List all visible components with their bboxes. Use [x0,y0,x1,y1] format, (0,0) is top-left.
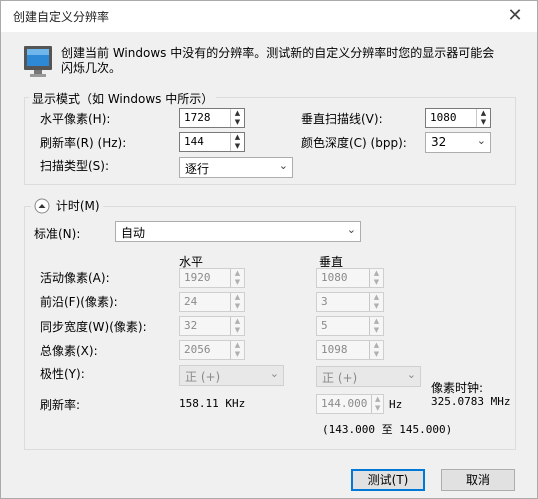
spin-up-icon: ▲ [373,341,380,349]
polarity-h-select: 正 (+) ⌄ [179,365,284,386]
polarity-label: 极性(Y): [40,367,85,381]
display-mode-group-title: 显示模式（如 Windows 中所示） [29,90,217,107]
front-v-spinner: 3 ▲ ▼ [316,292,384,312]
v-lines-value: 1080 [430,111,457,124]
cancel-button[interactable]: 取消 [441,469,515,491]
sync-v-value: 5 [321,319,328,332]
sync-h-spinner: 32 ▲ ▼ [179,316,245,336]
refresh-range-text: (143.000 至 145.000) [322,423,453,436]
v-lines-label: 垂直扫描线(V): [301,112,383,126]
standard-select[interactable]: 自动 ⌄ [115,221,361,242]
v-lines-spinner[interactable]: 1080 ▲ ▼ [425,108,491,128]
spin-up-icon[interactable]: ▲ [231,109,244,118]
h-pixels-label: 水平像素(H): [40,112,111,126]
timing-refresh-h-value: 158.11 KHz [179,397,246,410]
header-message-line1: 创建当前 Windows 中没有的分辨率。测试新的自定义分辨率时您的显示器可能会 [61,46,495,60]
spin-down-icon[interactable]: ▼ [231,118,244,127]
spin-down-icon: ▼ [234,326,241,334]
total-h-value: 2056 [184,343,211,356]
test-button[interactable]: 测试(T) [351,469,425,491]
active-h-spinner: 1920 ▲ ▼ [179,268,245,288]
color-depth-label: 颜色深度(C) (bpp): [301,136,407,150]
front-porch-label: 前沿(F)(像素): [40,295,118,309]
spin-up-icon: ▲ [373,293,380,301]
spin-up-icon[interactable]: ▲ [477,109,490,118]
pixel-clock-value: 325.0783 MHz [431,395,511,408]
spin-up-icon: ▲ [373,269,380,277]
active-h-value: 1920 [184,271,211,284]
sync-v-spinner: 5 ▲ ▼ [316,316,384,336]
spin-up-icon: ▲ [374,395,381,403]
spin-down-icon: ▼ [373,326,380,334]
spin-up-icon: ▲ [234,317,241,325]
spin-up-icon: ▲ [234,269,241,277]
active-v-value: 1080 [321,271,348,284]
spin-down-icon: ▼ [234,302,241,310]
chevron-down-icon: ⌄ [476,134,486,147]
front-h-value: 24 [184,295,198,308]
spin-down-icon: ▼ [374,404,381,412]
front-h-spinner: 24 ▲ ▼ [179,292,245,312]
pixel-clock-label: 像素时钟: [431,381,484,395]
active-v-spinner: 1080 ▲ ▼ [316,268,384,288]
spin-up-icon: ▲ [373,317,380,325]
refresh-rate-value: 144 [184,135,204,148]
spin-down-icon: ▼ [234,350,241,358]
chevron-down-icon: ⌄ [406,368,416,381]
close-button[interactable]: ✕ [501,4,529,28]
spin-up-icon: ▲ [234,341,241,349]
chevron-down-icon: ⌄ [346,223,356,236]
monitor-icon [23,45,53,79]
standard-label: 标准(N): [34,227,81,241]
spin-up-icon: ▲ [234,293,241,301]
spin-down-icon: ▼ [373,302,380,310]
timing-refresh-v-value: 144.000 [321,397,368,410]
spin-down-icon[interactable]: ▼ [231,142,244,151]
chevron-down-icon: ⌄ [269,367,279,380]
color-depth-select[interactable]: 32 ⌄ [425,132,491,153]
polarity-h-value: 正 (+) [185,370,221,384]
window-title: 创建自定义分辨率 [13,10,110,24]
refresh-rate-label: 刷新率(R) (Hz): [40,136,127,150]
sync-width-label: 同步宽度(W)(像素): [40,320,147,334]
total-v-spinner: 1098 ▲ ▼ [316,340,384,360]
standard-value: 自动 [121,226,146,240]
title-bar: 创建自定义分辨率 ✕ [1,1,537,32]
timing-toggle[interactable]: 计时(M) [31,197,103,214]
active-pixels-label: 活动像素(A): [40,271,110,285]
sync-h-value: 32 [184,319,198,332]
spin-down-icon: ▼ [373,278,380,286]
spin-up-icon[interactable]: ▲ [231,133,244,142]
timing-refresh-label: 刷新率: [40,398,81,412]
timing-refresh-unit: Hz [389,398,403,411]
spin-down-icon: ▼ [373,350,380,358]
scan-type-select[interactable]: 逐行 ⌄ [179,157,293,178]
dialog-window: 创建自定义分辨率 ✕ 创建当前 Windows 中没有的分辨率。测试新的自定义分… [0,0,538,499]
scan-type-label: 扫描类型(S): [40,159,110,173]
polarity-v-select: 正 (+) ⌄ [316,366,421,387]
total-pixels-label: 总像素(X): [40,344,98,358]
spin-down-icon: ▼ [234,278,241,286]
total-h-spinner: 2056 ▲ ▼ [179,340,245,360]
timing-refresh-v-spinner: 144.000 ▲ ▼ [316,394,384,414]
refresh-rate-spinner[interactable]: 144 ▲ ▼ [179,132,245,152]
spin-down-icon[interactable]: ▼ [477,118,490,127]
polarity-v-value: 正 (+) [322,371,358,385]
color-depth-value: 32 [431,135,447,149]
h-pixels-value: 1728 [184,111,211,124]
h-pixels-spinner[interactable]: 1728 ▲ ▼ [179,108,245,128]
front-v-value: 3 [321,295,328,308]
header-message-line2: 闪烁几次。 [61,61,122,75]
scan-type-value: 逐行 [185,162,210,176]
total-v-value: 1098 [321,343,348,356]
collapse-up-icon [34,198,50,213]
timing-toggle-label: 计时(M) [55,199,100,213]
chevron-down-icon: ⌄ [278,159,288,172]
